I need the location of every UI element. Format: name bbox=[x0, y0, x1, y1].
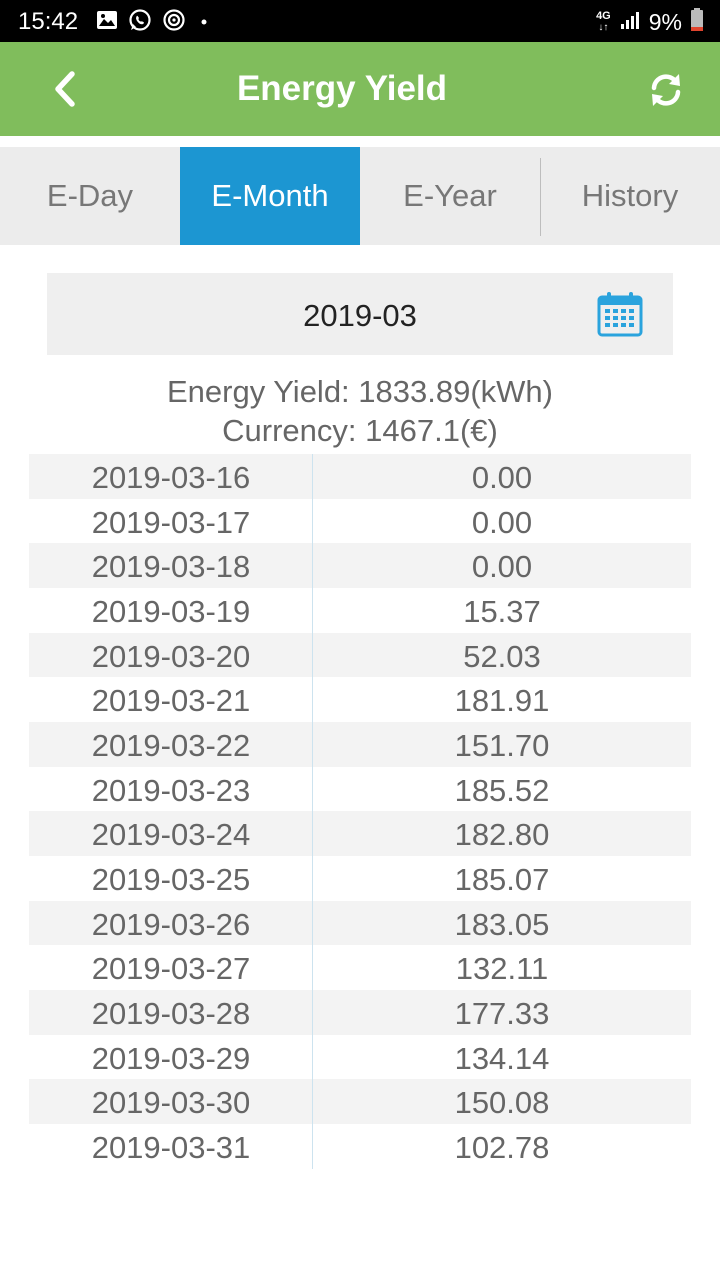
table-row: 2019-03-23 185.52 bbox=[29, 767, 691, 812]
period-tabs: E-Day E-Month E-Year History bbox=[0, 147, 720, 245]
yield-summary: Energy Yield: 1833.89(kWh) Currency: 146… bbox=[0, 372, 720, 450]
row-date: 2019-03-16 bbox=[91, 460, 251, 495]
whatsapp-icon bbox=[128, 8, 152, 37]
row-value: 52.03 bbox=[463, 638, 541, 674]
row-value: 150.08 bbox=[454, 1085, 550, 1121]
row-value: 0.00 bbox=[471, 549, 533, 585]
table-row: 2019-03-30 150.08 bbox=[29, 1079, 691, 1124]
row-date: 2019-03-30 bbox=[91, 1085, 251, 1121]
table-row: 2019-03-26 183.05 bbox=[29, 900, 691, 946]
row-date: 2019-03-18 bbox=[91, 549, 251, 585]
tab-e-month[interactable]: E-Month bbox=[180, 147, 360, 245]
page-title: Energy Yield bbox=[236, 69, 448, 108]
tab-history[interactable]: History bbox=[540, 147, 720, 245]
row-date: 2019-03-21 bbox=[91, 683, 251, 719]
row-value: 132.11 bbox=[455, 951, 549, 987]
row-value: 0.00 bbox=[471, 460, 533, 495]
row-value: 185.07 bbox=[454, 861, 550, 897]
network-type: 4G ↓↑ bbox=[596, 10, 611, 34]
gallery-icon bbox=[96, 10, 118, 35]
row-date: 2019-03-22 bbox=[91, 727, 251, 763]
row-value: 134.14 bbox=[454, 1040, 550, 1076]
battery-icon bbox=[690, 7, 704, 37]
battery-level: 9% bbox=[648, 8, 682, 35]
column-divider bbox=[312, 454, 313, 1169]
row-date: 2019-03-28 bbox=[91, 995, 251, 1031]
table-row: 2019-03-24 182.80 bbox=[29, 811, 691, 856]
tab-e-day[interactable]: E-Day bbox=[0, 147, 180, 245]
signal-icon bbox=[619, 9, 641, 36]
row-date: 2019-03-24 bbox=[91, 817, 251, 853]
table-row: 2019-03-31 102.78 bbox=[29, 1124, 691, 1169]
table-row: 2019-03-25 185.07 bbox=[29, 856, 691, 901]
system-icons: 4G ↓↑ 9% bbox=[596, 7, 704, 37]
row-date: 2019-03-29 bbox=[91, 1040, 251, 1076]
row-value: 151.70 bbox=[454, 727, 550, 763]
selected-month: 2019-03 bbox=[303, 298, 417, 333]
row-value: 0.00 bbox=[471, 504, 533, 540]
sync-app-icon bbox=[162, 8, 186, 37]
table-row: 2019-03-20 52.03 bbox=[29, 632, 691, 678]
table-row: 2019-03-17 0.00 bbox=[29, 499, 691, 544]
status-bar: 15:42 4G ↓↑ 9% bbox=[0, 0, 720, 42]
month-selector[interactable]: 2019-03 bbox=[47, 273, 673, 355]
row-value: 181.91 bbox=[454, 683, 550, 719]
row-date: 2019-03-19 bbox=[91, 593, 251, 629]
row-value: 183.05 bbox=[454, 906, 550, 942]
row-value: 102.78 bbox=[454, 1129, 550, 1165]
calendar-button[interactable] bbox=[596, 289, 644, 339]
row-date: 2019-03-27 bbox=[91, 951, 251, 987]
chevron-left-icon bbox=[55, 71, 75, 107]
table-row: 2019-03-28 177.33 bbox=[29, 989, 691, 1035]
currency-total: Currency: 1467.1(€) bbox=[222, 413, 498, 448]
table-row: 2019-03-29 134.14 bbox=[29, 1035, 691, 1080]
status-time: 15:42 bbox=[18, 8, 79, 35]
row-date: 2019-03-23 bbox=[91, 772, 251, 808]
row-value: 185.52 bbox=[454, 772, 550, 808]
back-button[interactable] bbox=[40, 64, 90, 114]
row-date: 2019-03-25 bbox=[91, 861, 251, 897]
row-value: 177.33 bbox=[454, 995, 550, 1031]
refresh-button[interactable] bbox=[640, 64, 692, 116]
notification-icons bbox=[96, 8, 212, 37]
daily-yield-table: 2019-03-16 0.00 2019-03-17 0.00 2019-03-18… bbox=[29, 454, 691, 1169]
tab-e-year[interactable]: E-Year bbox=[360, 147, 540, 245]
table-row: 2019-03-21 181.91 bbox=[29, 677, 691, 722]
row-date: 2019-03-31 bbox=[91, 1129, 251, 1165]
table-row: 2019-03-22 151.70 bbox=[29, 721, 691, 767]
table-row: 2019-03-16 0.00 bbox=[29, 454, 691, 499]
energy-yield-total: Energy Yield: 1833.89(kWh) bbox=[167, 374, 553, 409]
calendar-icon bbox=[597, 292, 643, 337]
row-value: 182.80 bbox=[454, 817, 550, 853]
row-date: 2019-03-26 bbox=[91, 906, 251, 942]
row-value: 15.37 bbox=[463, 593, 541, 629]
tab-divider bbox=[540, 158, 541, 236]
row-date: 2019-03-20 bbox=[91, 638, 251, 674]
dot-icon bbox=[196, 12, 212, 33]
table-row: 2019-03-27 132.11 bbox=[29, 945, 691, 990]
row-date: 2019-03-17 bbox=[91, 504, 251, 540]
table-row: 2019-03-19 15.37 bbox=[29, 588, 691, 633]
table-row: 2019-03-18 0.00 bbox=[29, 543, 691, 588]
refresh-icon bbox=[651, 74, 681, 106]
app-bar: Energy Yield bbox=[0, 42, 720, 136]
